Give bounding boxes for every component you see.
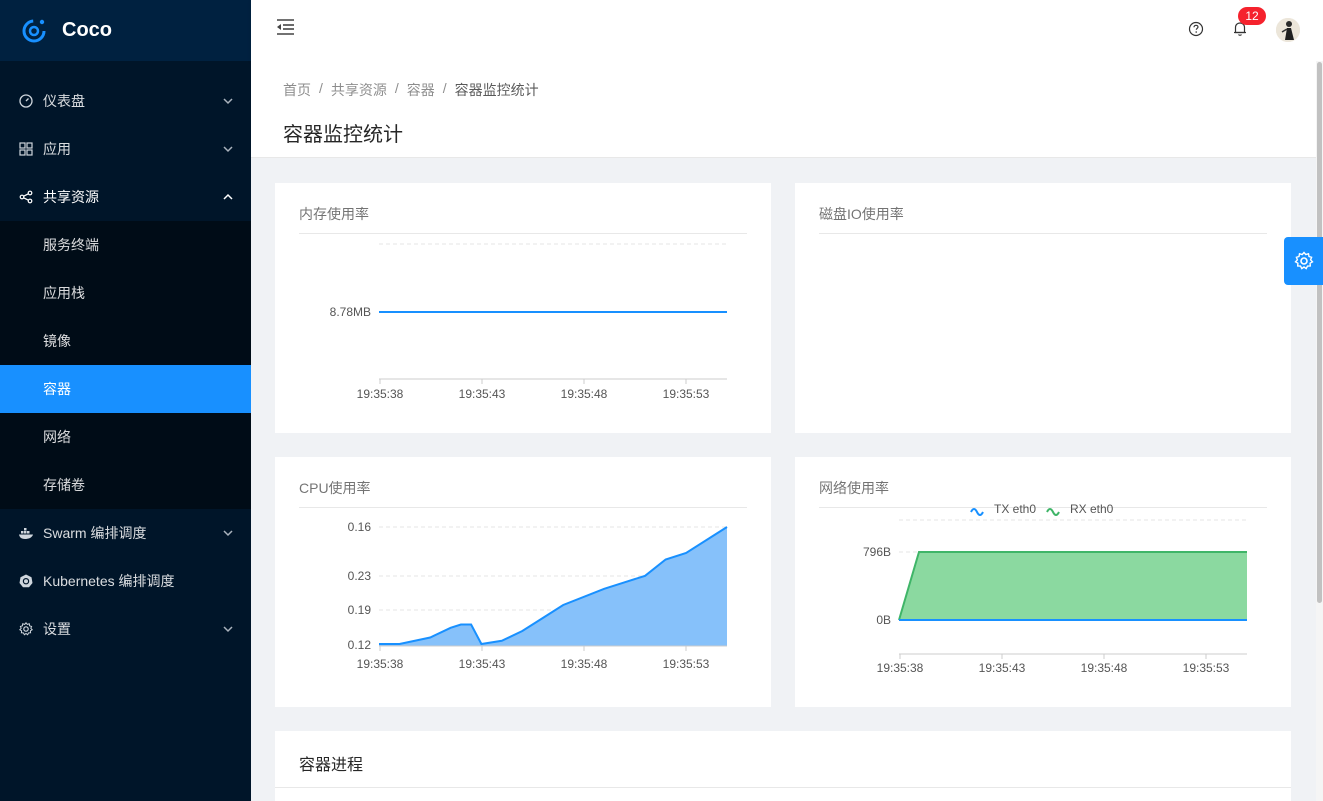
docker-icon — [18, 525, 34, 541]
x-tick-label: 19:35:53 — [663, 657, 710, 671]
x-tick-label: 19:35:53 — [1183, 661, 1230, 675]
share-icon — [18, 189, 34, 205]
sidebar-item-settings[interactable]: 设置 — [0, 605, 251, 653]
chevron-down-icon — [223, 530, 233, 537]
submenu-item-app-stack[interactable]: 应用栈 — [0, 269, 251, 317]
sidebar-item-dashboard[interactable]: 仪表盘 — [0, 77, 251, 125]
x-tick-label: 19:35:48 — [1081, 661, 1128, 675]
y-tick-label: 0.19 — [348, 603, 372, 617]
page-header: 首页 / 共享资源 / 容器 / 容器监控统计 容器监控统计 — [251, 61, 1316, 158]
submenu-item-label: 应用栈 — [43, 285, 85, 301]
submenu-item-label: 镜像 — [43, 333, 71, 349]
breadcrumb-home[interactable]: 首页 — [283, 80, 311, 100]
chevron-down-icon — [223, 626, 233, 633]
network-usage-card: 网络使用率 796B 0B TX eth0 RX eth0 19:35:38 19:35:… — [795, 457, 1291, 707]
x-tick-label: 19:35:53 — [663, 387, 710, 401]
memory-usage-chart: 8.78MB 19:35:38 19:35:43 19:35:48 19:35:53 — [330, 243, 727, 401]
y-tick-label: 0.16 — [348, 520, 372, 534]
sidebar-item-label: Kubernetes 编排调度 — [43, 573, 175, 589]
submenu-item-label: 服务终端 — [43, 237, 99, 253]
x-tick-label: 19:35:48 — [561, 657, 608, 671]
sidebar-item-label: 设置 — [43, 621, 71, 637]
x-tick-label: 19:35:43 — [459, 387, 506, 401]
dashboard-icon — [18, 93, 34, 109]
sidebar-item-label: Swarm 编排调度 — [43, 525, 147, 541]
x-tick-label: 19:35:48 — [561, 387, 608, 401]
cpu-usage-card: CPU使用率 0.16 0.23 0.19 0.12 19:35:38 19:35:43 1… — [275, 457, 771, 707]
breadcrumb: 首页 / 共享资源 / 容器 / 容器监控统计 — [283, 80, 539, 100]
y-tick-label: 8.78MB — [330, 305, 371, 319]
sidebar-item-label: 应用 — [43, 141, 71, 157]
question-icon[interactable] — [1188, 21, 1204, 37]
submenu-item-images[interactable]: 镜像 — [0, 317, 251, 365]
setting-icon — [1293, 251, 1314, 270]
network-usage-chart: 796B 0B TX eth0 RX eth0 19:35:38 19:35:43 19:3… — [863, 502, 1247, 675]
submenu-item-network[interactable]: 网络 — [0, 413, 251, 461]
breadcrumb-containers[interactable]: 容器 — [407, 80, 435, 100]
chevron-up-icon — [223, 193, 233, 200]
sidebar-item-kubernetes[interactable]: Kubernetes 编排调度 — [0, 557, 251, 605]
settings-drawer-button[interactable] — [1284, 237, 1323, 285]
memory-usage-card: 内存使用率 8.78MB 19:35:38 19:35:43 19:35:48 19:3… — [275, 183, 771, 433]
x-tick-label: 19:35:43 — [979, 661, 1026, 675]
x-tick-label: 19:35:43 — [459, 657, 506, 671]
legend-icon — [970, 508, 984, 516]
notification-badge: 12 — [1238, 7, 1266, 25]
y-tick-label: 796B — [863, 545, 891, 559]
sidebar-item-apps[interactable]: 应用 — [0, 125, 251, 173]
submenu-item-label: 网络 — [43, 429, 71, 445]
container-process-card: 容器进程 — [275, 731, 1291, 801]
card-title: 磁盘IO使用率 — [819, 206, 904, 222]
y-tick-label: 0B — [876, 613, 891, 627]
breadcrumb-current: 容器监控统计 — [454, 82, 539, 98]
x-tick-label: 19:35:38 — [357, 387, 404, 401]
legend-icon — [1046, 508, 1060, 516]
logo-icon — [22, 19, 46, 42]
menu-fold-icon[interactable] — [275, 18, 295, 36]
submenu-item-label: 容器 — [43, 381, 71, 397]
kubernetes-icon — [18, 573, 34, 589]
submenu-item-label: 存储卷 — [43, 477, 85, 493]
sidebar-item-label: 共享资源 — [43, 189, 99, 205]
app-name: Coco — [62, 19, 112, 41]
breadcrumb-shared-resources[interactable]: 共享资源 — [331, 80, 387, 100]
cpu-usage-chart: 0.16 0.23 0.19 0.12 19:35:38 19:35:43 19:35:48… — [348, 520, 728, 671]
sidebar: Coco 仪表盘 应用 共享资源 服务终端 应用栈 镜像 容器 网络 存储卷 S… — [0, 0, 251, 801]
sidebar-menu: 仪表盘 应用 共享资源 服务终端 应用栈 镜像 容器 网络 存储卷 Swarm … — [0, 61, 251, 653]
top-header: 12 — [251, 0, 1323, 61]
legend-label: RX eth0 — [1070, 502, 1114, 516]
submenu-item-volumes[interactable]: 存储卷 — [0, 461, 251, 509]
scrollbar-thumb[interactable] — [1317, 62, 1322, 603]
y-tick-label: 0.23 — [348, 569, 372, 583]
logo[interactable]: Coco — [0, 0, 251, 61]
legend-label: TX eth0 — [994, 502, 1036, 516]
rx-area — [899, 552, 1247, 620]
disk-io-card: 磁盘IO使用率 — [795, 183, 1291, 433]
sidebar-item-swarm[interactable]: Swarm 编排调度 — [0, 509, 251, 557]
series-area — [379, 527, 727, 646]
sidebar-item-shared-resources[interactable]: 共享资源 — [0, 173, 251, 221]
submenu-item-containers[interactable]: 容器 — [0, 365, 251, 413]
card-title: 容器进程 — [299, 757, 364, 774]
chevron-down-icon — [223, 98, 233, 105]
x-tick-label: 19:35:38 — [877, 661, 924, 675]
appstore-icon — [18, 141, 34, 157]
submenu-shared-resources: 服务终端 应用栈 镜像 容器 网络 存储卷 — [0, 221, 251, 509]
submenu-item-service-terminal[interactable]: 服务终端 — [0, 221, 251, 269]
chevron-down-icon — [223, 146, 233, 153]
y-tick-label: 0.12 — [348, 638, 372, 652]
sidebar-item-label: 仪表盘 — [43, 93, 85, 109]
setting-icon — [18, 621, 34, 637]
x-tick-label: 19:35:38 — [357, 657, 404, 671]
page-title: 容器监控统计 — [283, 124, 403, 146]
avatar[interactable] — [1276, 18, 1300, 42]
